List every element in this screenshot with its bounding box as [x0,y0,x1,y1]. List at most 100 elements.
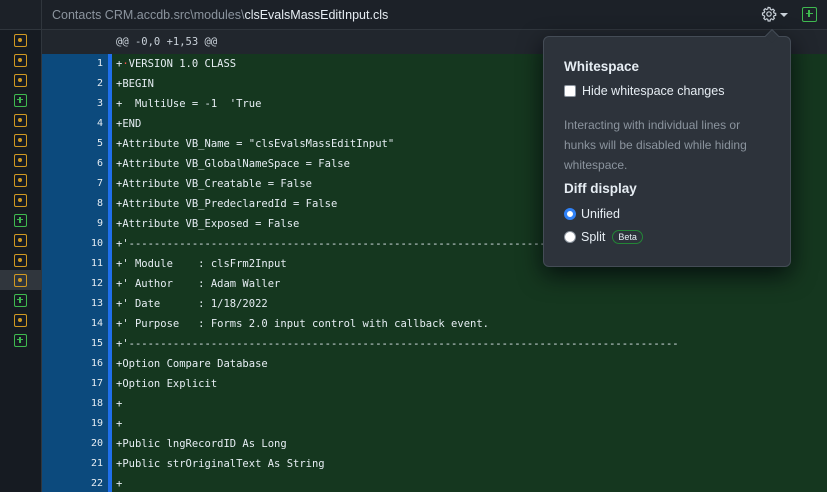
line-selection-strip[interactable] [42,194,75,214]
file-status-item[interactable] [0,250,41,270]
file-status-item[interactable] [0,110,41,130]
file-modified-icon [14,53,27,67]
line-selection-strip[interactable] [42,114,75,134]
code-content: Attribute VB_PredeclaredId = False [122,198,338,210]
diff-line[interactable]: 22 + [42,474,827,492]
file-status-item[interactable] [0,310,41,330]
line-number[interactable]: 9 [75,214,108,234]
line-number[interactable]: 18 [75,394,108,414]
file-path-prefix: Contacts CRM.accdb.src\modules\ [52,7,245,22]
line-selection-strip[interactable] [42,214,75,234]
line-selection-strip[interactable] [42,374,75,394]
line-number[interactable]: 5 [75,134,108,154]
line-selection-strip[interactable] [42,234,75,254]
code-content: ' Module : clsFrm2Input [122,258,287,270]
code-content: BEGIN [122,78,154,90]
diff-settings-popover: Whitespace Hide whitespace changes Inter… [543,28,791,267]
file-modified-icon [14,173,27,187]
file-status-item[interactable] [0,190,41,210]
file-path: Contacts CRM.accdb.src\modules\clsEvalsM… [52,8,388,22]
file-status-item[interactable] [0,150,41,170]
diff-line[interactable]: 21 +Public strOriginalText As String [42,454,827,474]
line-selection-strip[interactable] [42,54,75,74]
file-status-item[interactable] [0,30,41,50]
file-modified-icon [14,153,27,167]
line-number[interactable]: 16 [75,354,108,374]
line-selection-strip[interactable] [42,74,75,94]
expand-file-button[interactable] [802,6,817,22]
diff-line[interactable]: 18 + [42,394,827,414]
line-number[interactable]: 11 [75,254,108,274]
file-status-item[interactable] [0,210,41,230]
line-number[interactable]: 20 [75,434,108,454]
line-number[interactable]: 22 [75,474,108,492]
line-selection-strip[interactable] [42,474,75,492]
line-selection-strip[interactable] [42,394,75,414]
gear-icon [761,6,777,22]
hide-whitespace-checkbox[interactable] [564,85,576,97]
line-number[interactable]: 8 [75,194,108,214]
file-status-item[interactable] [0,170,41,190]
diff-line[interactable]: 19 + [42,414,827,434]
line-number[interactable]: 4 [75,114,108,134]
diff-line[interactable]: 14 +' Purpose : Forms 2.0 input control w… [42,314,827,334]
code-text: +Option Compare Database [112,354,827,374]
split-radio[interactable] [564,231,576,243]
file-header: Contacts CRM.accdb.src\modules\clsEvalsM… [42,0,827,30]
file-added-icon [14,293,27,307]
file-status-item[interactable] [0,50,41,70]
code-content: Attribute VB_GlobalNameSpace = False [122,158,350,170]
line-selection-strip[interactable] [42,94,75,114]
file-status-item[interactable] [0,330,41,350]
line-selection-strip[interactable] [42,254,75,274]
line-selection-strip[interactable] [42,314,75,334]
unified-radio[interactable] [564,208,576,220]
diff-line[interactable]: 15 +'------------------------------------… [42,334,827,354]
diff-line[interactable]: 17 +Option Explicit [42,374,827,394]
line-selection-strip[interactable] [42,134,75,154]
line-selection-strip[interactable] [42,354,75,374]
diff-line[interactable]: 13 +' Date : 1/18/2022 [42,294,827,314]
code-text: + [112,414,827,434]
line-number[interactable]: 2 [75,74,108,94]
line-selection-strip[interactable] [42,414,75,434]
diff-line[interactable]: 20 +Public lngRecordID As Long [42,434,827,454]
line-selection-strip[interactable] [42,434,75,454]
line-selection-strip[interactable] [42,274,75,294]
line-number[interactable]: 7 [75,174,108,194]
file-status-item[interactable] [0,290,41,310]
code-content: Option Compare Database [122,358,268,370]
line-number[interactable]: 1 [75,54,108,74]
file-status-item[interactable] [0,130,41,150]
unified-option[interactable]: Unified [564,207,620,221]
file-modified-icon [14,313,27,327]
diff-settings-button[interactable] [761,6,788,22]
line-number[interactable]: 6 [75,154,108,174]
line-selection-strip[interactable] [42,334,75,354]
line-selection-strip[interactable] [42,154,75,174]
line-number[interactable]: 3 [75,94,108,114]
file-status-item[interactable] [0,90,41,110]
file-status-item[interactable] [0,270,41,290]
code-text: +' Purpose : Forms 2.0 input control wit… [112,314,827,334]
header-actions [761,6,817,22]
line-selection-strip[interactable] [42,454,75,474]
line-number[interactable]: 10 [75,234,108,254]
line-selection-strip[interactable] [42,294,75,314]
file-status-gutter [0,0,42,492]
whitespace-heading: Whitespace [564,59,640,74]
line-number[interactable]: 17 [75,374,108,394]
split-option[interactable]: Split Beta [564,230,643,244]
line-number[interactable]: 12 [75,274,108,294]
line-selection-strip[interactable] [42,174,75,194]
line-number[interactable]: 19 [75,414,108,434]
line-number[interactable]: 14 [75,314,108,334]
diff-line[interactable]: 16 +Option Compare Database [42,354,827,374]
line-number[interactable]: 13 [75,294,108,314]
file-status-item[interactable] [0,70,41,90]
line-number[interactable]: 21 [75,454,108,474]
file-status-item[interactable] [0,230,41,250]
hide-whitespace-option[interactable]: Hide whitespace changes [564,84,724,98]
diff-line[interactable]: 12 +' Author : Adam Waller [42,274,827,294]
line-number[interactable]: 15 [75,334,108,354]
